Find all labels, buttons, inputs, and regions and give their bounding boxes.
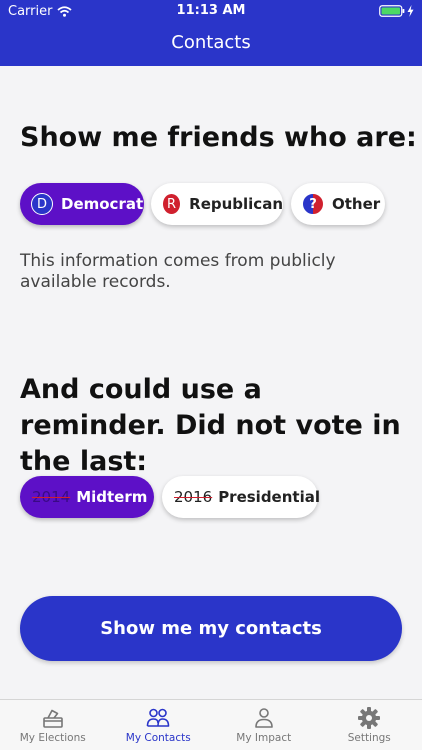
other-badge: ? xyxy=(302,193,324,215)
battery-indicator xyxy=(379,5,414,17)
battery-icon xyxy=(379,5,405,17)
election-label: Midterm xyxy=(76,488,148,506)
party-other-toggle[interactable]: ? Other xyxy=(291,183,385,225)
tab-my-elections[interactable]: My Elections xyxy=(0,700,106,750)
reminder-heading: And could use a reminder. Did not vote i… xyxy=(20,374,401,477)
people-icon xyxy=(146,708,170,727)
election-midterm-toggle[interactable]: 2014 Midterm xyxy=(20,476,154,518)
tab-label: My Contacts xyxy=(125,732,191,744)
gear-icon xyxy=(358,707,381,729)
republican-badge: R xyxy=(162,193,182,215)
party-democrat-toggle[interactable]: D Democrat xyxy=(20,183,144,225)
tab-label: My Impact xyxy=(236,732,292,744)
show-contacts-button[interactable]: Show me my contacts xyxy=(20,596,402,661)
party-label: Other xyxy=(332,195,381,213)
tab-my-impact[interactable]: My Impact xyxy=(211,700,317,750)
person-icon xyxy=(254,708,273,728)
filter-heading: Show me friends who are: xyxy=(20,122,417,153)
nav-header: Carrier 11:13 AM Contacts xyxy=(0,0,422,66)
tab-my-contacts[interactable]: My Contacts xyxy=(106,700,212,750)
election-year: 2014 xyxy=(32,488,71,506)
tab-settings[interactable]: Settings xyxy=(317,700,422,750)
clock: 11:13 AM xyxy=(176,3,246,18)
democrat-badge: D xyxy=(31,193,53,215)
tab-label: Settings xyxy=(347,732,391,744)
charging-bolt-icon xyxy=(407,5,414,17)
election-label: Presidential xyxy=(218,488,320,506)
party-label: Republican xyxy=(189,195,283,213)
status-bar: Carrier 11:13 AM xyxy=(0,0,422,22)
election-presidential-toggle[interactable]: 2016 Presidential xyxy=(162,476,320,518)
election-year: 2016 xyxy=(174,488,213,506)
party-republican-toggle[interactable]: R Republican xyxy=(151,183,283,225)
tab-bar: My Elections My Contacts My Impact Setti… xyxy=(0,699,422,750)
party-label: Democrat xyxy=(61,195,144,213)
tab-label: My Elections xyxy=(19,732,86,744)
records-info-text: This information comes from publicly ava… xyxy=(20,251,336,292)
ballot-box-icon xyxy=(42,709,63,728)
page-title: Contacts xyxy=(171,32,251,53)
